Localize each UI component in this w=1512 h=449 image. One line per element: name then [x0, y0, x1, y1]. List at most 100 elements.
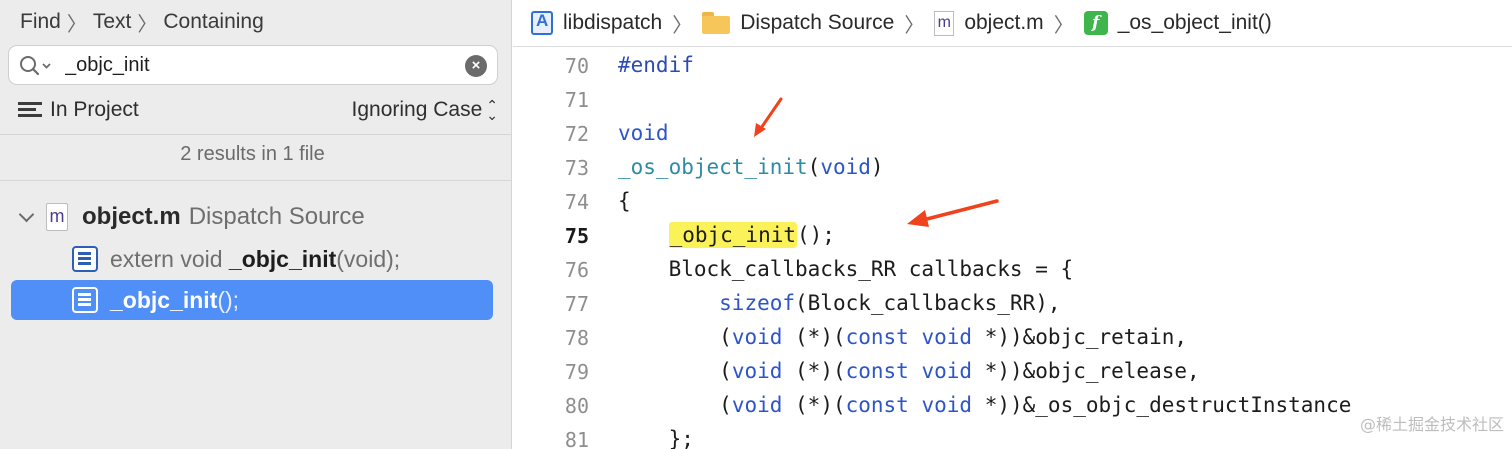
keyword: const	[845, 393, 909, 417]
result-item-selected[interactable]: _objc_init ();	[11, 280, 493, 320]
chevron-right-icon: 〉	[672, 14, 693, 37]
paren: (	[719, 359, 732, 383]
paren: (	[719, 393, 732, 417]
search-highlight: _objc_init	[668, 222, 798, 248]
paren: )	[870, 155, 884, 179]
line-number: 81	[564, 428, 589, 449]
result-match: _objc_init	[110, 286, 218, 313]
divider	[0, 134, 512, 135]
code-rest: *))&objc_release,	[972, 359, 1200, 383]
keyword: void	[731, 393, 783, 417]
code-line: 76 Block_callbacks_RR callbacks = {	[513, 252, 1512, 286]
search-field: ×	[8, 45, 498, 85]
find-match-menu[interactable]: Containing	[163, 10, 263, 34]
code-rest: *))&_os_objc_destructInstance	[972, 393, 1352, 417]
code-line-icon	[72, 246, 98, 272]
case-sensitivity-menu[interactable]: Ignoring Case ⌃ ⌄	[352, 98, 498, 122]
search-input[interactable]	[65, 52, 455, 78]
code-line: 73 _os_object_init(void)	[513, 150, 1512, 184]
annotation-arrow-icon	[754, 97, 783, 137]
code-rest: *))&objc_retain,	[972, 325, 1187, 349]
line-number: 75	[564, 224, 589, 248]
keyword: void	[921, 359, 973, 383]
line-number: 72	[564, 122, 589, 146]
code-text: (void (*)(const void *))&objc_release,	[618, 359, 1200, 383]
keyword: const	[845, 359, 909, 383]
code-text: sizeof(Block_callbacks_RR),	[618, 291, 1061, 315]
line-number: 79	[564, 360, 589, 384]
code-text: {	[618, 189, 631, 213]
code-line: 79 (void (*)(const void *))&objc_release…	[513, 354, 1512, 388]
keyword: void	[921, 325, 973, 349]
code-text: (void (*)(const void *))&objc_retain,	[618, 325, 1187, 349]
jump-bar-group[interactable]: Dispatch Source	[740, 11, 894, 35]
function-name: _os_object_init	[618, 155, 808, 179]
code-text: _os_object_init(void)	[618, 155, 884, 179]
clear-search-icon[interactable]: ×	[465, 55, 487, 77]
code-rest: (*)(	[782, 325, 846, 349]
code-line: 78 (void (*)(const void *))&objc_retain,	[513, 320, 1512, 354]
jump-bar-file[interactable]: object.m	[964, 11, 1043, 35]
line-number: 70	[564, 54, 589, 78]
xcode-project-icon	[531, 11, 553, 35]
code-line-icon	[72, 287, 98, 313]
code-line-current: 75 _objc_init();	[513, 218, 1512, 252]
result-item[interactable]: extern void _objc_init (void);	[64, 239, 494, 279]
code-line: 70 #endif	[513, 48, 1512, 82]
keyword: void	[921, 393, 973, 417]
result-file-row[interactable]: m object.m Dispatch Source	[18, 200, 365, 234]
code-text: (void (*)(const void *))&_os_objc_destru…	[618, 393, 1351, 417]
result-file-group: Dispatch Source	[188, 203, 365, 230]
annotation-arrow-icon	[907, 199, 999, 227]
code-rest: (*)(	[782, 393, 846, 417]
code-line: 72 void	[513, 116, 1512, 150]
scope-label: In Project	[50, 98, 139, 121]
line-number: 77	[564, 292, 589, 316]
result-suffix: ();	[217, 286, 240, 313]
divider	[0, 180, 512, 181]
folder-icon	[702, 12, 731, 34]
keyword: void	[731, 359, 783, 383]
code-rest: (*)(	[782, 359, 846, 383]
line-number: 76	[564, 258, 589, 282]
source-editor: libdispatch 〉 Dispatch Source 〉 m object…	[513, 0, 1512, 449]
code-text: #endif	[618, 53, 694, 77]
keyword: void	[731, 325, 783, 349]
line-number: 71	[564, 88, 589, 112]
search-options-icon[interactable]	[19, 54, 55, 78]
code-text: Block_callbacks_RR callbacks = {	[618, 257, 1074, 281]
chevron-right-icon: 〉	[137, 13, 158, 36]
chevron-right-icon: 〉	[904, 14, 925, 37]
code-line: 71	[513, 82, 1512, 116]
scope-row: In Project Ignoring Case ⌃ ⌄	[18, 96, 498, 124]
jump-bar-symbol[interactable]: _os_object_init()	[1118, 11, 1272, 35]
paren: (	[719, 325, 732, 349]
code-rest: ();	[797, 223, 835, 247]
disclosure-chevron-icon[interactable]	[18, 208, 36, 226]
result-prefix: extern void	[110, 245, 229, 272]
find-mode-menu[interactable]: Find	[20, 10, 61, 34]
result-file-name: object.m	[82, 203, 181, 230]
scope-icon	[18, 102, 42, 118]
watermark: @稀土掘金技术社区	[1359, 415, 1504, 434]
line-number: 74	[564, 190, 589, 214]
keyword: const	[845, 325, 909, 349]
code-rest: (Block_callbacks_RR),	[795, 291, 1061, 315]
code-area[interactable]: 70 #endif 71 72 void 73 _os_object_init(…	[513, 48, 1512, 449]
scope-selector[interactable]: In Project	[18, 98, 139, 122]
keyword: void	[820, 155, 871, 179]
find-options-bar: Find 〉 Text 〉 Containing	[20, 8, 264, 36]
paren: (	[807, 155, 821, 179]
find-type-menu[interactable]: Text	[93, 10, 132, 34]
jump-bar-project[interactable]: libdispatch	[563, 11, 662, 35]
case-label: Ignoring Case	[351, 98, 483, 121]
code-line: 77 sizeof(Block_callbacks_RR),	[513, 286, 1512, 320]
code-text: };	[618, 427, 694, 449]
